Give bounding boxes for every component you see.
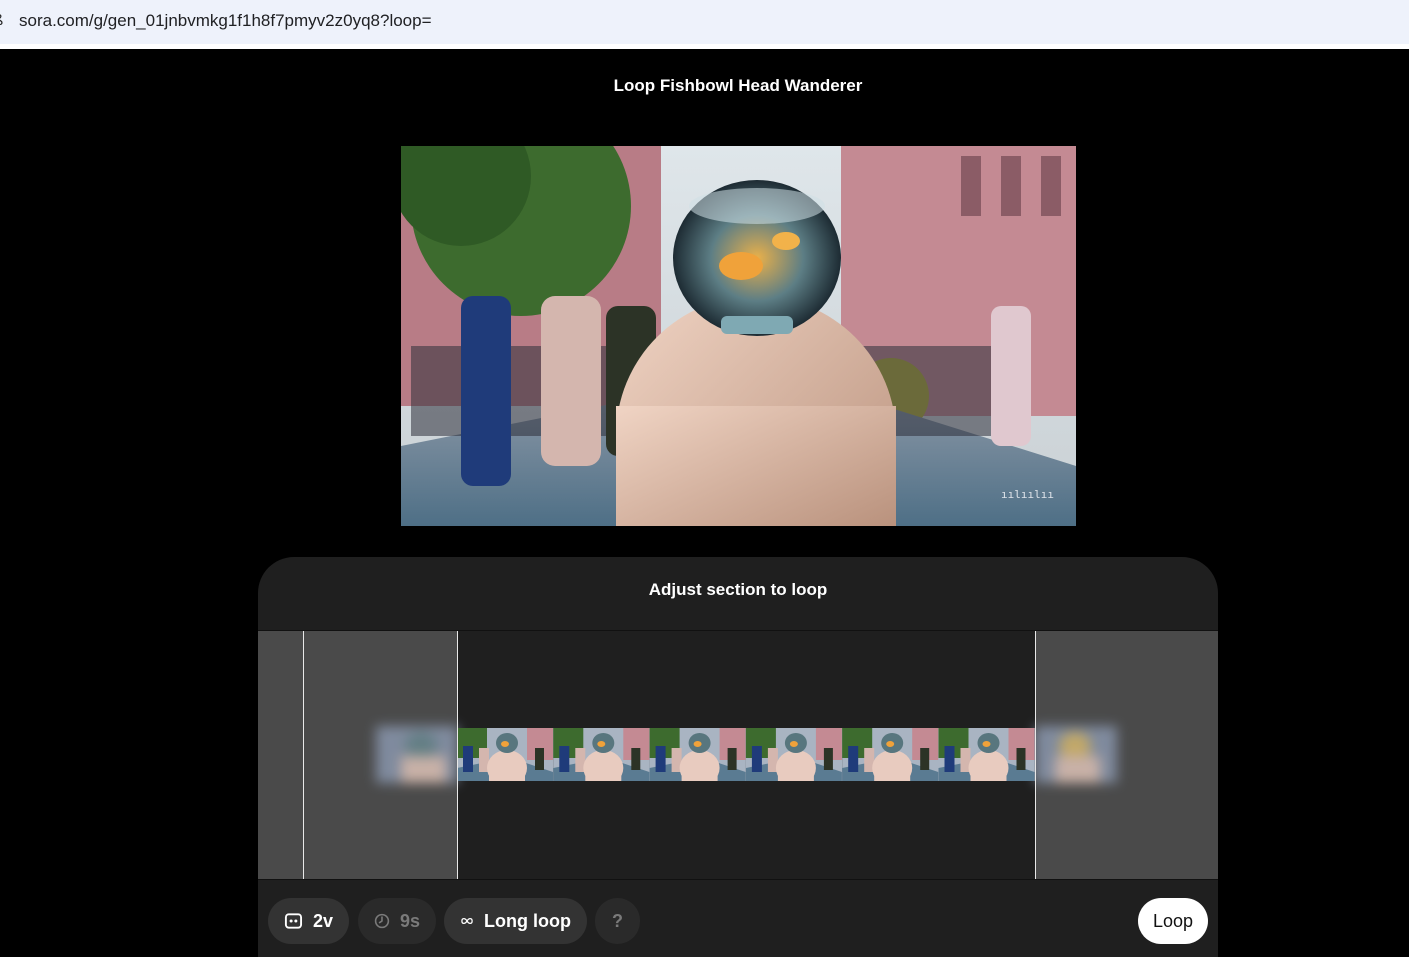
- duration-button[interactable]: 9s: [358, 898, 436, 944]
- variations-button[interactable]: 2v: [268, 898, 349, 944]
- storyboard-icon: [284, 913, 303, 929]
- svg-text:ıılıılıı: ıılıılıı: [1001, 488, 1054, 501]
- loop-end-handle[interactable]: [1035, 631, 1036, 879]
- loop-type-button[interactable]: Long loop: [444, 898, 587, 944]
- filmstrip: [457, 728, 1035, 781]
- panel-title: Adjust section to loop: [648, 580, 828, 599]
- loop-editor-panel: Adjust section to loop 2v 9s Long loop ?…: [258, 557, 1218, 957]
- loop-start-handle[interactable]: [457, 631, 458, 879]
- browser-address-bar: ß sora.com/g/gen_01jnbvmkg1f1h8f7pmyv2z0…: [0, 0, 1409, 45]
- video-frame-image: ıılıılıı: [401, 146, 1076, 526]
- playhead-marker[interactable]: [303, 631, 304, 879]
- loop-type-label: Long loop: [484, 910, 571, 931]
- duration-label: 9s: [399, 910, 420, 931]
- thumbnail-ghost-left: [376, 726, 458, 783]
- variations-label: 2v: [312, 910, 333, 931]
- clock-icon: [374, 913, 390, 929]
- help-button[interactable]: ?: [595, 898, 640, 944]
- page-title: Loop Fishbowl Head Wanderer: [613, 76, 863, 95]
- thumbnail-ghost-right: [1035, 726, 1117, 783]
- loop-button[interactable]: Loop: [1138, 898, 1208, 944]
- loop-timeline[interactable]: [258, 631, 1218, 879]
- video-preview[interactable]: ıılıılıı: [401, 146, 1076, 526]
- loop-toolbar: 2v 9s Long loop ? Loop: [258, 879, 1218, 957]
- infinity-icon: [461, 917, 473, 925]
- help-icon: ?: [612, 910, 623, 931]
- site-info-icon[interactable]: ß: [0, 12, 6, 30]
- url-text[interactable]: sora.com/g/gen_01jnbvmkg1f1h8f7pmyv2z0yq…: [19, 10, 432, 32]
- browser-divider: [0, 44, 1409, 49]
